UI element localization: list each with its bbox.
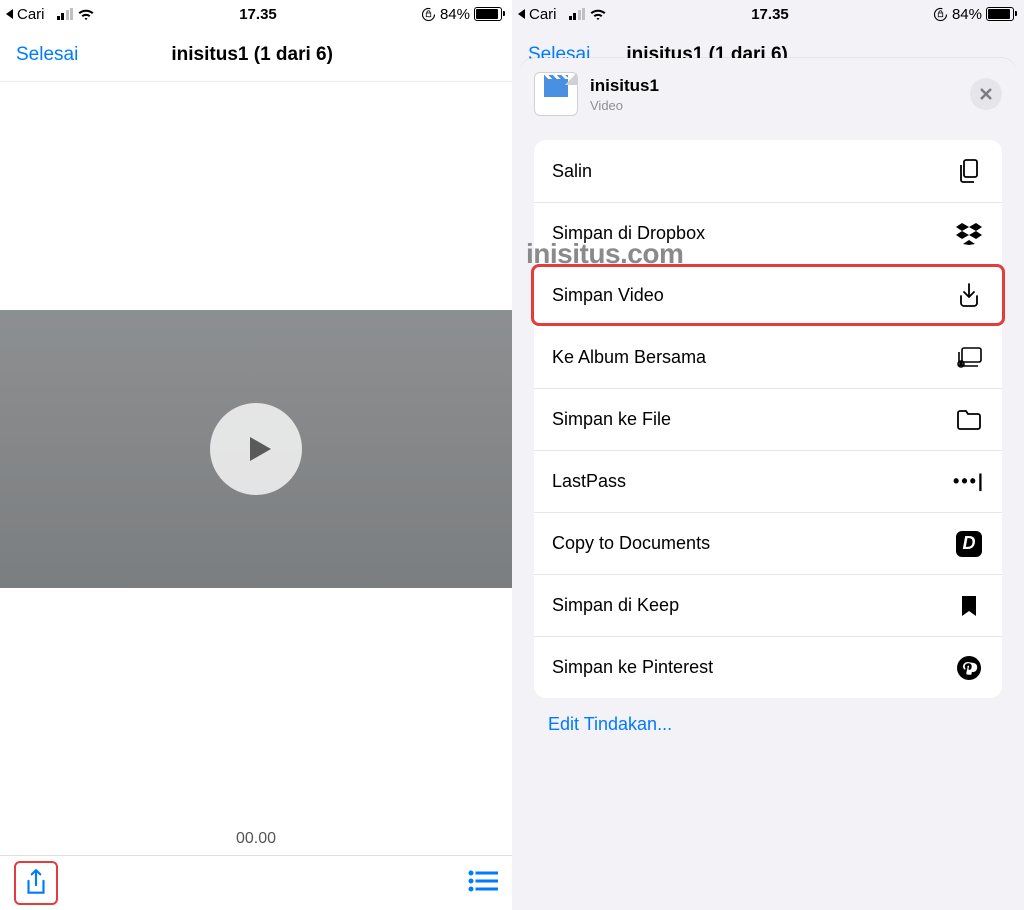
action-label: Simpan Video: [552, 285, 664, 306]
lastpass-icon: •••|: [954, 471, 984, 492]
action-documents[interactable]: Copy to Documents D: [534, 512, 1002, 574]
share-file-name: inisitus1: [590, 76, 659, 96]
battery-icon: [474, 7, 502, 21]
screen-share-sheet: Cari 17.35 84% Selesai inisitus1 (1 dari…: [512, 0, 1024, 910]
rotation-lock-icon: [933, 7, 948, 22]
bottom-toolbar: [0, 856, 512, 910]
status-time: 17.35: [239, 6, 277, 23]
share-file-type: Video: [590, 98, 659, 113]
action-keep[interactable]: Simpan di Keep: [534, 574, 1002, 636]
page-title: inisitus1 (1 dari 6): [8, 44, 496, 66]
back-to-app-label: Cari: [529, 6, 557, 23]
play-icon: [241, 431, 277, 467]
bookmark-icon: [960, 594, 978, 618]
rotation-lock-icon: [421, 7, 436, 22]
back-to-app-caret-icon: [518, 9, 525, 19]
action-shared-album[interactable]: Ke Album Bersama: [534, 326, 1002, 388]
status-time: 17.35: [751, 6, 789, 23]
action-label: Simpan di Keep: [552, 595, 679, 616]
list-view-button[interactable]: [468, 869, 498, 898]
status-bar: Cari 17.35 84%: [0, 0, 512, 28]
back-to-app-caret-icon[interactable]: [6, 9, 13, 19]
video-timestamp: 00.00: [0, 830, 512, 848]
list-icon: [468, 869, 498, 893]
cellular-signal-icon: [57, 8, 74, 20]
battery-icon: [986, 7, 1014, 21]
video-file-icon: [534, 72, 578, 116]
back-to-app-label[interactable]: Cari: [17, 6, 45, 23]
status-bar: Cari 17.35 84%: [512, 0, 1024, 28]
action-label: Simpan ke Pinterest: [552, 657, 713, 678]
share-icon: [23, 868, 49, 898]
folder-icon: [956, 409, 982, 431]
shared-album-icon: [955, 346, 983, 368]
pinterest-icon: [956, 655, 982, 681]
action-save-video[interactable]: Simpan Video: [531, 264, 1005, 326]
action-copy[interactable]: Salin: [534, 140, 1002, 202]
action-dropbox[interactable]: Simpan di Dropbox: [534, 202, 1002, 264]
action-save-file[interactable]: Simpan ke File: [534, 388, 1002, 450]
action-label: Ke Album Bersama: [552, 347, 706, 368]
save-download-icon: [957, 282, 981, 308]
cellular-signal-icon: [569, 8, 586, 20]
share-button[interactable]: [14, 861, 58, 905]
action-label: Copy to Documents: [552, 533, 710, 554]
close-icon: [979, 87, 993, 101]
screen-video-preview: Cari 17.35 84% Selesai inisitus1 (1 dari…: [0, 0, 512, 910]
action-lastpass[interactable]: LastPass •••|: [534, 450, 1002, 512]
documents-app-icon: D: [956, 531, 982, 557]
action-list: Salin Simpan di Dropbox Simpan Video Ke …: [534, 140, 1002, 698]
action-label: Salin: [552, 161, 592, 182]
battery-percentage: 84%: [440, 6, 470, 23]
share-sheet: inisitus1 Video Salin Simpan di Dropbox …: [520, 58, 1016, 910]
video-preview-area: 00.00: [0, 82, 512, 910]
dropbox-icon: [956, 223, 982, 245]
wifi-icon: [589, 7, 607, 21]
action-label: Simpan ke File: [552, 409, 671, 430]
action-pinterest[interactable]: Simpan ke Pinterest: [534, 636, 1002, 698]
play-button[interactable]: [210, 403, 302, 495]
video-thumbnail[interactable]: [0, 310, 512, 588]
edit-actions-link[interactable]: Edit Tindakan...: [520, 698, 1016, 735]
nav-bar: Selesai inisitus1 (1 dari 6): [0, 28, 512, 82]
battery-percentage: 84%: [952, 6, 982, 23]
action-label: Simpan di Dropbox: [552, 223, 705, 244]
close-button[interactable]: [970, 78, 1002, 110]
wifi-icon: [77, 7, 95, 21]
share-sheet-header: inisitus1 Video: [520, 58, 1016, 130]
action-label: LastPass: [552, 471, 626, 492]
copy-icon: [957, 158, 981, 184]
